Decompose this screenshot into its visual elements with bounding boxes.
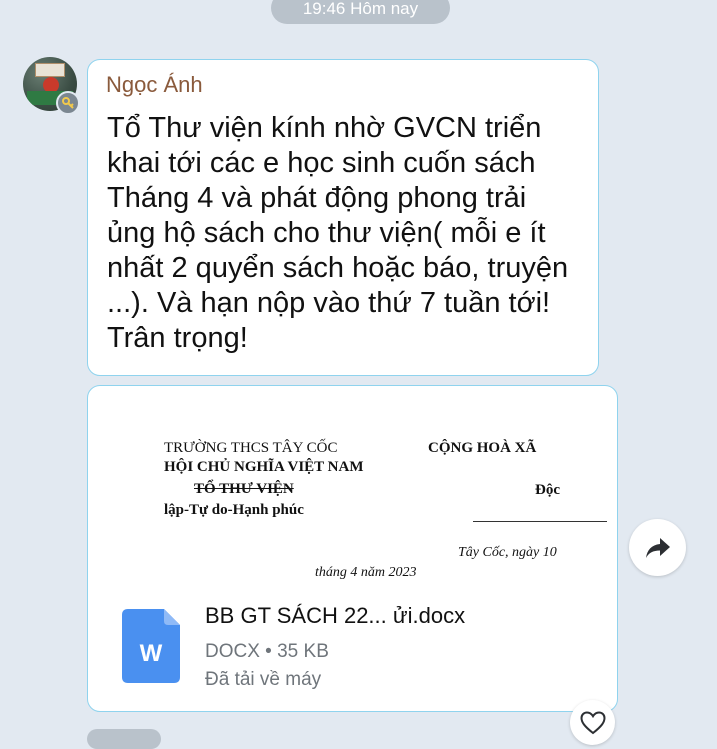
sender-name[interactable]: Ngọc Ánh (106, 72, 203, 98)
preview-date-line-1: Tây Cốc, ngày 10 (458, 545, 557, 560)
heart-icon (579, 710, 606, 734)
preview-underline (473, 521, 607, 522)
message-text: Tổ Thư viện kính nhờ GVCN triển khai tới… (107, 112, 569, 354)
preview-independence-line: Độc (535, 482, 560, 498)
download-status: Đã tải về máy (205, 669, 322, 690)
share-button[interactable] (629, 519, 686, 576)
preview-group-line: TỔ THƯ VIỆN (194, 481, 294, 497)
key-icon (56, 91, 80, 115)
timestamp-divider: 19:46 Hôm nay (271, 0, 450, 24)
file-name[interactable]: BB GT SÁCH 22... ửi.docx (205, 603, 465, 629)
word-document-icon: W (122, 609, 180, 683)
preview-freedom-line: lập-Tự do-Hạnh phúc (164, 502, 304, 518)
document-preview[interactable]: TRƯỜNG THCS TÂY CỐC CỘNG HOÀ XÃ HỘI CHỦ … (88, 386, 619, 580)
avatar-sign-detail (35, 63, 65, 77)
svg-text:W: W (140, 640, 163, 667)
share-forward-icon (645, 537, 670, 558)
message-bubble[interactable]: Ngọc Ánh Tổ Thư viện kính nhờ GVCN triển… (87, 59, 599, 376)
file-meta: DOCX • 35 KB (205, 641, 329, 662)
preview-socialist-line: HỘI CHỦ NGHĨA VIỆT NAM (164, 459, 364, 475)
next-timestamp-divider (87, 729, 161, 749)
preview-school-line: TRƯỜNG THCS TÂY CỐC (164, 440, 338, 456)
file-attachment-card[interactable]: TRƯỜNG THCS TÂY CỐC CỘNG HOÀ XÃ HỘI CHỦ … (87, 385, 618, 712)
reaction-button[interactable] (570, 700, 615, 745)
preview-republic-line: CỘNG HOÀ XÃ (428, 440, 537, 456)
preview-date-line-2: tháng 4 năm 2023 (315, 565, 417, 580)
